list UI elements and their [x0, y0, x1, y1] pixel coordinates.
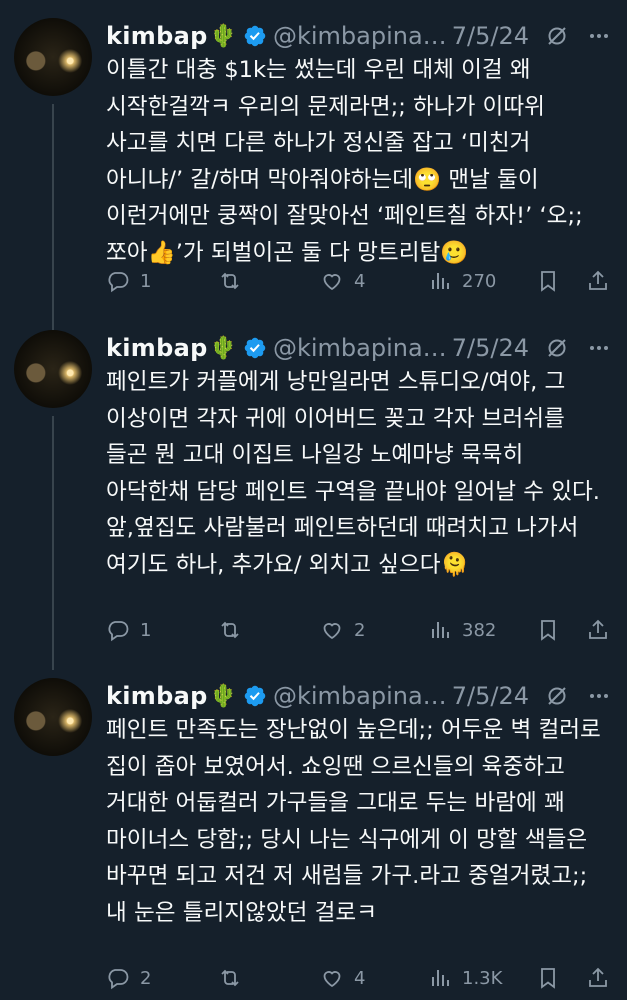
- more-icon[interactable]: [585, 334, 613, 362]
- views-button[interactable]: 270: [428, 269, 496, 293]
- handle[interactable]: @kimbapina…: [273, 22, 448, 50]
- action-bar: 1 2 382: [106, 614, 616, 646]
- share-button[interactable]: [586, 966, 610, 990]
- action-bar: 1 4 270: [106, 265, 616, 297]
- handle[interactable]: @kimbapina…: [273, 334, 448, 362]
- reply-icon: [108, 969, 129, 990]
- reply-button[interactable]: 2: [106, 966, 151, 990]
- bookmark-button[interactable]: [536, 269, 560, 293]
- cactus-emoji: 🌵: [209, 335, 237, 361]
- verified-badge-icon: [243, 336, 267, 360]
- views-button[interactable]: 382: [428, 618, 496, 642]
- share-icon: [589, 967, 607, 987]
- display-name[interactable]: kimbap: [106, 334, 208, 362]
- views-button[interactable]: 1.3K: [428, 966, 502, 990]
- tweet[interactable]: kimbap 🌵 @kimbapina… 7/5/24 페인트 만족도는 장난없…: [0, 678, 627, 1000]
- grok-icon[interactable]: [543, 682, 571, 710]
- like-button[interactable]: 4: [320, 269, 365, 293]
- display-name[interactable]: kimbap: [106, 22, 208, 50]
- bookmark-button[interactable]: [536, 618, 560, 642]
- view-count: 382: [462, 619, 497, 641]
- tweet-text: 페인트가 커플에게 낭만일라면 스튜디오/여야, 그 이상이면 각자 귀에 이어…: [106, 369, 608, 578]
- timestamp[interactable]: 7/5/24: [452, 22, 529, 50]
- like-count: 4: [354, 967, 366, 989]
- reply-count: 1: [140, 270, 152, 292]
- handle[interactable]: @kimbapina…: [273, 682, 448, 710]
- heart-icon: [323, 623, 341, 640]
- more-icon[interactable]: [585, 22, 613, 50]
- share-icon: [589, 270, 607, 290]
- like-count: 4: [354, 270, 366, 292]
- cactus-emoji: 🌵: [209, 683, 237, 709]
- tweet-header: kimbap 🌵 @kimbapina… 7/5/24: [106, 330, 613, 366]
- like-count: 2: [354, 619, 366, 641]
- avatar[interactable]: [14, 678, 92, 756]
- cactus-emoji: 🌵: [209, 23, 237, 49]
- action-bar: 2 4 1.3K: [106, 962, 616, 994]
- repost-icon: [221, 272, 239, 290]
- avatar[interactable]: [14, 330, 92, 408]
- reply-icon: [108, 272, 129, 293]
- reply-button[interactable]: 1: [106, 269, 151, 293]
- thread-connector: [52, 104, 54, 340]
- grok-icon[interactable]: [543, 22, 571, 50]
- reply-count: 1: [140, 619, 152, 641]
- tweet[interactable]: kimbap 🌵 @kimbapina… 7/5/24 페인트가 커플에게 낭만…: [0, 330, 627, 670]
- like-button[interactable]: 2: [320, 618, 365, 642]
- heart-icon: [323, 971, 341, 988]
- views-icon: [432, 273, 449, 289]
- reply-count: 2: [140, 967, 152, 989]
- timestamp[interactable]: 7/5/24: [452, 334, 529, 362]
- share-button[interactable]: [586, 618, 610, 642]
- bookmark-icon: [541, 271, 555, 292]
- thread: kimbap 🌵 @kimbapina… 7/5/24 이틀간 대충 $1k는 …: [0, 0, 627, 1000]
- grok-icon[interactable]: [543, 334, 571, 362]
- view-count: 1.3K: [462, 967, 503, 989]
- like-button[interactable]: 4: [320, 966, 365, 990]
- reply-button[interactable]: 1: [106, 618, 151, 642]
- tweet[interactable]: kimbap 🌵 @kimbapina… 7/5/24 이틀간 대충 $1k는 …: [0, 18, 627, 340]
- bookmark-button[interactable]: [536, 966, 560, 990]
- repost-button[interactable]: [218, 966, 252, 990]
- tweet-header: kimbap 🌵 @kimbapina… 7/5/24: [106, 678, 613, 714]
- verified-badge-icon: [243, 684, 267, 708]
- timestamp[interactable]: 7/5/24: [452, 682, 529, 710]
- view-count: 270: [462, 270, 497, 292]
- tweet-header: kimbap 🌵 @kimbapina… 7/5/24: [106, 18, 613, 54]
- repost-icon: [221, 969, 239, 987]
- share-button[interactable]: [586, 269, 610, 293]
- more-icon[interactable]: [585, 682, 613, 710]
- display-name[interactable]: kimbap: [106, 682, 208, 710]
- tweet-text: 페인트 만족도는 장난없이 높은데;; 어두운 벽 컬러로 집이 좁아 보였어서…: [106, 717, 609, 926]
- views-icon: [432, 622, 449, 638]
- reply-icon: [108, 621, 129, 642]
- verified-badge-icon: [243, 24, 267, 48]
- tweet-text: 이틀간 대충 $1k는 썼는데 우린 대체 이걸 왜 시작한걸깍ㅋ 우리의 문제…: [106, 57, 590, 266]
- heart-icon: [323, 274, 341, 291]
- avatar[interactable]: [14, 18, 92, 96]
- repost-button[interactable]: [218, 618, 252, 642]
- repost-button[interactable]: [218, 269, 252, 293]
- bookmark-icon: [541, 620, 555, 641]
- views-icon: [432, 970, 449, 986]
- bookmark-icon: [541, 968, 555, 989]
- repost-icon: [221, 621, 239, 639]
- thread-connector: [52, 416, 54, 670]
- share-icon: [589, 619, 607, 639]
